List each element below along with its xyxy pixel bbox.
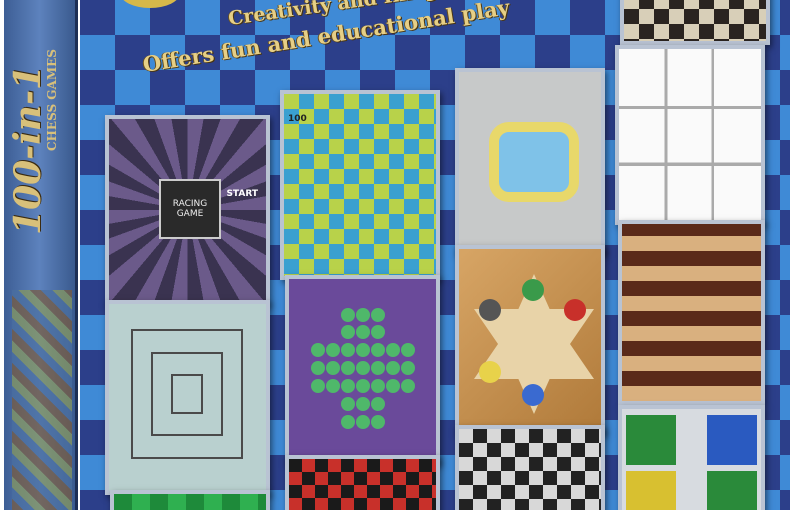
board-path-game — [455, 68, 605, 255]
board-red-checkers — [285, 455, 440, 510]
racing-center: RACING GAME — [159, 179, 221, 239]
board-nine-mens-morris — [105, 300, 270, 495]
board-checkers — [455, 425, 605, 510]
snakes-number: 100 — [288, 114, 307, 124]
board-green — [110, 490, 270, 510]
board-checker-top — [620, 0, 770, 45]
ludo-green — [626, 415, 676, 465]
racing-start: START — [226, 189, 258, 199]
spine-artwork — [12, 290, 72, 510]
ludo-yellow — [626, 471, 676, 510]
board-backgammon — [618, 220, 765, 405]
board-chinese-checkers — [455, 245, 605, 435]
black-corner — [479, 299, 501, 321]
morris-inner — [171, 374, 203, 414]
board-tic-tac-toe — [615, 45, 765, 225]
green-corner — [522, 279, 544, 301]
board-game-box-photo: 100-in-1 CHESS GAMES Creativity and Imag… — [0, 0, 790, 510]
board-ludo — [618, 405, 765, 510]
spine-subtitle: CHESS GAMES — [45, 49, 59, 151]
box-spine: 100-in-1 CHESS GAMES — [4, 0, 78, 510]
board-peg-solitaire — [285, 275, 440, 465]
ludo-green-2 — [707, 471, 757, 510]
ludo-blue — [707, 415, 757, 465]
peg-holes — [310, 308, 415, 429]
board-racing: RACING GAME START — [105, 115, 270, 305]
path-center — [489, 122, 579, 202]
yellow-corner — [479, 361, 501, 383]
red-corner — [564, 299, 586, 321]
blue-corner — [522, 384, 544, 406]
board-snakes-ladders: 100 — [280, 90, 440, 280]
